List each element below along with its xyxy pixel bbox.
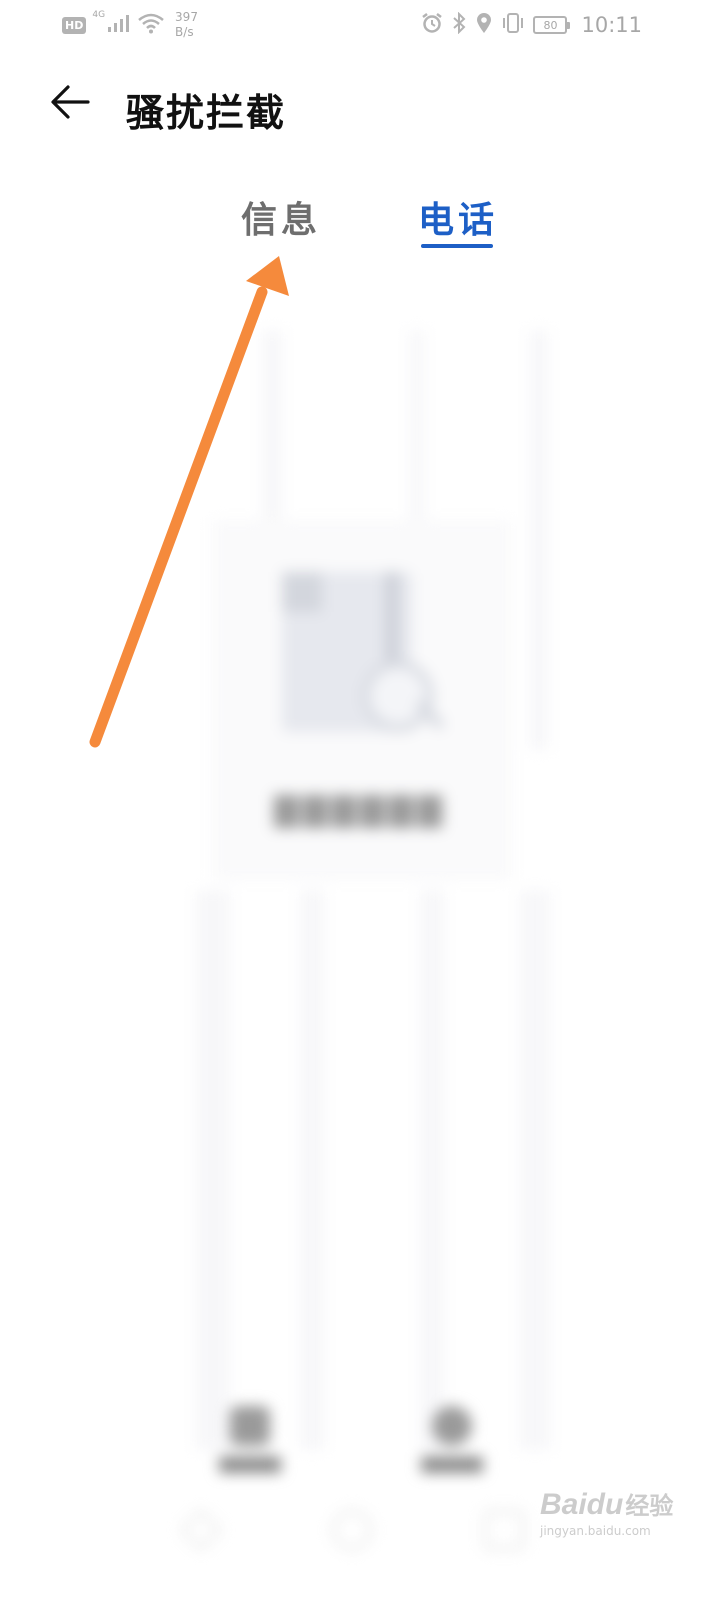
network-speed: 397 B/s: [175, 10, 198, 40]
nav-back-key: [179, 1508, 223, 1552]
speed-value: 397: [175, 10, 198, 24]
watermark-logo-cn: 经验: [625, 1492, 674, 1520]
vibrate-icon: [501, 12, 525, 38]
back-arrow-icon: [48, 82, 92, 126]
bottom-action-right: ▇▇▇▇▇: [392, 1406, 512, 1496]
status-time: 10:11: [581, 13, 642, 37]
settings-icon: [432, 1406, 472, 1446]
magnifier-icon: [362, 660, 434, 732]
page-title: 骚扰拦截: [126, 90, 287, 135]
screen: HD 4G 397 B/s 80 10:11 骚扰拦截 信息 电话 ▇▇▇▇▇▇…: [0, 0, 720, 1600]
wifi-icon: [137, 12, 165, 38]
baidu-watermark: Baidu经验 jingyan.baidu.com: [540, 1486, 680, 1566]
tab-calls[interactable]: 电话: [418, 186, 498, 248]
network-type: 4G: [92, 10, 106, 20]
empty-state-illustration-corner: [282, 572, 322, 612]
blurred-content: ▇▇▇▇▇▇ ▇▇▇▇▇ ▇▇▇▇▇: [0, 270, 720, 1600]
bottom-action-label: ▇▇▇▇▇: [421, 1454, 483, 1473]
active-tab-indicator: [421, 244, 493, 248]
status-bar-right: 80 10:11: [421, 8, 642, 42]
bottom-action-left: ▇▇▇▇▇: [190, 1406, 310, 1496]
empty-state-text: ▇▇▇▇▇▇: [274, 790, 446, 828]
nav-recent-key: [484, 1510, 524, 1550]
watermark-logo: Baidu: [540, 1488, 624, 1521]
blur-stripe: [530, 330, 548, 750]
app-header: 骚扰拦截: [0, 68, 720, 140]
location-icon: [475, 12, 493, 38]
bottom-action-label: ▇▇▇▇▇: [219, 1454, 281, 1473]
bluetooth-icon: [451, 11, 467, 38]
blur-stripe: [300, 890, 324, 1450]
speed-unit: B/s: [175, 25, 194, 39]
hd-badge: HD: [62, 16, 87, 34]
back-button[interactable]: [44, 80, 96, 128]
battery-icon: 80: [533, 16, 571, 34]
signal-icon: [107, 13, 131, 37]
blur-stripe: [520, 890, 550, 1450]
tab-messages[interactable]: 信息: [240, 186, 322, 248]
watermark-url: jingyan.baidu.com: [540, 1524, 651, 1538]
phone-icon: [230, 1406, 270, 1446]
nav-home-key: [332, 1510, 372, 1550]
tab-bar: 信息 电话: [0, 186, 720, 256]
blur-stripe: [196, 890, 230, 1450]
blur-stripe: [420, 890, 444, 1450]
battery-level: 80: [543, 18, 558, 32]
alarm-icon: [421, 12, 443, 38]
status-bar-left: HD 4G 397 B/s: [62, 8, 198, 42]
status-bar: HD 4G 397 B/s 80 10:11: [0, 0, 720, 50]
